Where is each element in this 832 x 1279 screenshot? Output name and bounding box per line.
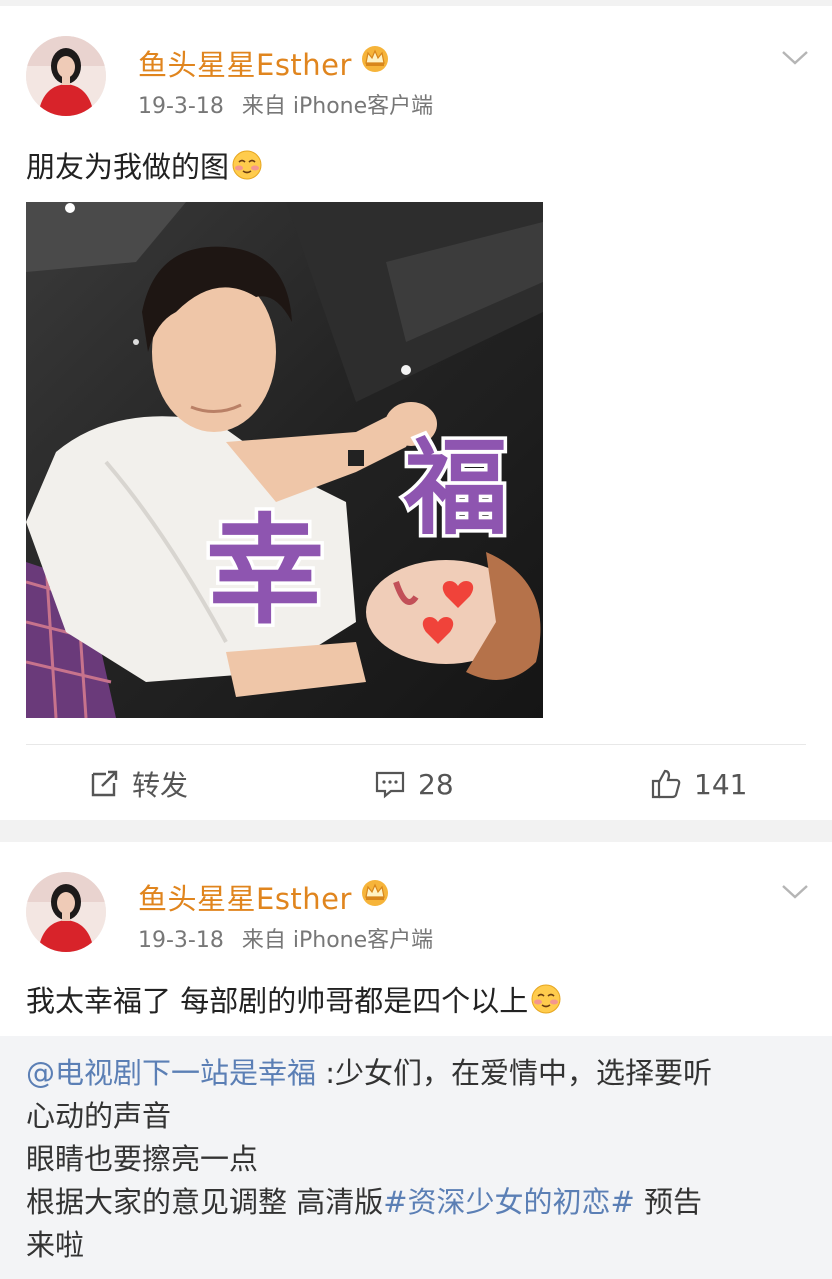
photo-image: 幸 福 bbox=[26, 202, 543, 718]
username[interactable]: 鱼头星星Esther bbox=[138, 876, 352, 918]
repost-line: 根据大家的意见调整 高清版#资深少女的初恋# 预告 bbox=[26, 1181, 806, 1224]
crown-vip-icon[interactable] bbox=[360, 878, 390, 906]
post-card: 鱼头星星Esther 19-3-18 来自 iPhone客户端 我太幸福了 每部剧… bbox=[0, 842, 832, 1279]
shy-smile-emoji-icon bbox=[232, 150, 262, 180]
post-date: 19-3-18 bbox=[138, 928, 224, 953]
comment-icon bbox=[375, 771, 405, 799]
avatar-image bbox=[26, 872, 106, 952]
post-meta: 19-3-18 来自 iPhone客户端 bbox=[138, 88, 451, 120]
like-count: 141 bbox=[694, 767, 748, 801]
post-card: 鱼头星星Esther 19-3-18 来自 iPhone客户端 朋友为我做的图 bbox=[0, 6, 832, 820]
post-source: 来自 iPhone客户端 bbox=[241, 94, 434, 119]
post-meta: 19-3-18 来自 iPhone客户端 bbox=[138, 922, 451, 954]
username[interactable]: 鱼头星星Esther bbox=[138, 42, 352, 84]
like-icon bbox=[651, 769, 681, 799]
divider bbox=[26, 744, 806, 745]
post-text-content: 我太幸福了 每部剧的帅哥都是四个以上 bbox=[26, 984, 529, 1018]
crown-vip-icon[interactable] bbox=[360, 44, 390, 72]
post-source: 来自 iPhone客户端 bbox=[241, 928, 434, 953]
chevron-down-icon[interactable] bbox=[780, 882, 810, 902]
repost-line: @电视剧下一站是幸福 :少女们，在爱情中，选择要听 bbox=[26, 1052, 806, 1095]
repost-button[interactable]: 转发 bbox=[88, 764, 188, 804]
post-text: 朋友为我做的图 bbox=[26, 144, 263, 186]
repost-text: :少女们，在爱情中，选择要听 bbox=[316, 1056, 713, 1090]
repost-text: 根据大家的意见调整 高清版 bbox=[26, 1185, 384, 1219]
repost-line: 眼睛也要擦亮一点 bbox=[26, 1142, 259, 1176]
comment-button[interactable]: 28 bbox=[374, 764, 454, 804]
post-photo[interactable]: 幸 福 bbox=[26, 202, 543, 718]
reposted-content[interactable]: @电视剧下一站是幸福 :少女们，在爱情中，选择要听 心动的声音 眼睛也要擦亮一点… bbox=[0, 1036, 832, 1279]
avatar[interactable] bbox=[26, 36, 106, 116]
avatar[interactable] bbox=[26, 872, 106, 952]
avatar-image bbox=[26, 36, 106, 116]
comment-count: 28 bbox=[418, 767, 454, 801]
overlay-char-1: 幸 bbox=[206, 502, 324, 640]
shy-smile-emoji-icon bbox=[531, 984, 561, 1014]
mention-link[interactable]: @电视剧下一站是幸福 bbox=[26, 1056, 316, 1090]
overlay-char-2: 福 bbox=[403, 427, 508, 549]
repost-label: 转发 bbox=[132, 769, 189, 802]
repost-line: 心动的声音 bbox=[26, 1099, 172, 1133]
post-date: 19-3-18 bbox=[138, 94, 224, 119]
chevron-down-icon[interactable] bbox=[780, 48, 810, 68]
repost-text: 预告 bbox=[634, 1185, 703, 1219]
post-text-content: 朋友为我做的图 bbox=[26, 150, 230, 184]
post-text: 我太幸福了 每部剧的帅哥都是四个以上 bbox=[26, 978, 562, 1020]
hashtag-link[interactable]: #资深少女的初恋# bbox=[383, 1185, 635, 1219]
repost-icon bbox=[91, 770, 118, 797]
repost-line: 来啦 bbox=[26, 1228, 85, 1262]
like-button[interactable]: 141 bbox=[650, 764, 747, 804]
